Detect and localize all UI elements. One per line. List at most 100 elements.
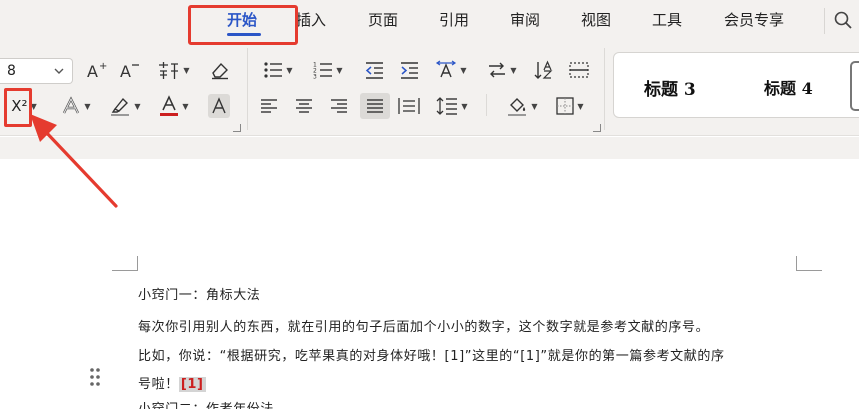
highlight-color-button[interactable]: ▼ [107, 94, 143, 118]
home-ribbon-panel: 8 A + A ▼ X² ▼ ▼ ▼ ▼ ▼ 1 2 3 ▼ ▼ ▼ ▼ ▼ ▼… [0, 42, 859, 136]
chevron-down-icon: ▼ [84, 101, 91, 111]
swap-arrows-icon [489, 62, 506, 78]
ribbon-toolbar: 8 A + A ▼ X² ▼ ▼ ▼ ▼ ▼ 1 2 3 ▼ ▼ ▼ ▼ ▼ ▼… [0, 42, 859, 136]
svg-text:A: A [87, 62, 98, 80]
sort-icon [534, 60, 553, 79]
text-direction-icon [436, 60, 457, 78]
tab-member[interactable]: 会员专享 [724, 8, 784, 32]
justify-icon [367, 99, 383, 113]
distributed-align-button[interactable] [397, 94, 421, 118]
chevron-down-icon: ▼ [531, 101, 538, 111]
style-heading-4[interactable]: 标题 4 [764, 75, 813, 99]
font-color-icon [160, 95, 179, 116]
chevron-down-icon: ▼ [134, 101, 141, 111]
show-marks-button[interactable] [567, 58, 591, 82]
doc-line-text: 号啦！ [138, 377, 179, 392]
document-page[interactable] [0, 159, 859, 409]
text-effect-button[interactable]: ▼ [59, 94, 93, 118]
drag-handle-icon[interactable] [89, 367, 101, 387]
align-center-icon [296, 99, 312, 113]
styles-gallery-next-item[interactable] [850, 61, 859, 111]
align-left-icon [261, 99, 277, 113]
chevron-down-icon: ▼ [336, 65, 343, 75]
doc-paragraph-line[interactable]: 比如，你说：“根据研究，吃苹果真的对身体好哦！[1]”这里的“[1]”就是你的第… [138, 345, 725, 364]
chevron-down-icon: ▼ [510, 65, 517, 75]
numbered-list-icon: 1 2 3 [313, 62, 333, 80]
chevron-down-icon: ▼ [182, 101, 189, 111]
align-right-button[interactable] [328, 94, 350, 118]
tab-page[interactable]: 页面 [368, 8, 398, 32]
phonetic-guide-button[interactable]: ▼ [155, 58, 191, 82]
ribbon-tab-bar: 开始 插入 页面 引用 审阅 视图 工具 会员专享 [0, 0, 859, 42]
svg-text:+: + [99, 61, 107, 72]
doc-paragraph-line[interactable]: 号啦！ [1] [138, 373, 206, 392]
clear-format-button[interactable] [208, 58, 232, 82]
character-shading-icon [212, 97, 226, 114]
line-break-button[interactable]: ▼ [484, 58, 520, 82]
doc-paragraph-line[interactable]: 每次你引用别人的东西，就在引用的句子后面加个小小的数字，这个数字就是参考文献的序… [138, 316, 709, 335]
font-size-value: 8 [7, 63, 16, 79]
tab-highlight-annotation [188, 5, 298, 45]
chevron-down-icon: ▼ [286, 65, 293, 75]
ribbon-divider [247, 48, 248, 130]
character-shading-button[interactable] [208, 94, 230, 118]
align-left-button[interactable] [258, 94, 280, 118]
decrease-indent-icon [365, 62, 383, 79]
citation-marker[interactable]: [1] [178, 377, 206, 392]
align-right-icon [331, 99, 347, 113]
tab-review[interactable]: 审阅 [510, 8, 540, 32]
text-effect-icon [63, 96, 80, 114]
distributed-align-icon [398, 98, 420, 114]
sort-button[interactable] [533, 58, 557, 82]
phonetic-guide-icon [159, 62, 179, 79]
ribbon-divider [486, 94, 487, 116]
numbered-list-button[interactable]: 1 2 3 ▼ [310, 58, 346, 82]
grow-font-icon: A + [87, 61, 107, 80]
text-direction-button[interactable]: ▼ [433, 58, 469, 82]
doc-heading-tip-two[interactable]: 小窍门二：作者年份法 [138, 398, 274, 409]
tab-insert[interactable]: 插入 [296, 8, 326, 32]
tab-tools[interactable]: 工具 [652, 8, 682, 32]
shading-button[interactable]: ▼ [504, 94, 540, 118]
search-button[interactable] [824, 8, 852, 34]
justify-button[interactable] [360, 93, 390, 119]
shrink-font-icon: A [120, 62, 139, 80]
svg-text:3: 3 [313, 74, 317, 80]
line-spacing-icon [436, 97, 458, 115]
chevron-down-icon: ▼ [460, 65, 467, 75]
shrink-font-button[interactable]: A [119, 58, 141, 82]
decrease-indent-button[interactable] [362, 58, 386, 82]
style-heading-3[interactable]: 标题 3 [644, 75, 696, 100]
align-center-button[interactable] [293, 94, 315, 118]
chevron-down-icon: ▼ [577, 101, 584, 111]
borders-icon [556, 97, 575, 115]
line-spacing-button[interactable]: ▼ [434, 94, 470, 118]
paint-bucket-icon [508, 98, 527, 116]
layout-marks-icon [569, 62, 589, 78]
font-dialog-launcher[interactable] [233, 124, 241, 132]
doc-heading-tip-one[interactable]: 小窍门一：角标大法 [138, 284, 260, 303]
superscript-highlight-annotation [4, 88, 32, 127]
bullet-list-button[interactable]: ▼ [260, 58, 296, 82]
chevron-down-icon [54, 68, 64, 74]
font-size-select[interactable]: 8 [0, 58, 73, 84]
paragraph-dialog-launcher[interactable] [593, 124, 601, 132]
eraser-icon [212, 62, 228, 80]
chevron-down-icon: ▼ [183, 65, 190, 75]
highlighter-icon [111, 97, 130, 116]
increase-indent-icon [401, 62, 418, 79]
document-canvas-margin [0, 137, 859, 159]
font-color-button[interactable]: ▼ [157, 94, 191, 118]
styles-gallery: 标题 3 标题 4 [613, 52, 859, 118]
grow-font-button[interactable]: A + [86, 58, 108, 82]
borders-button[interactable]: ▼ [552, 94, 588, 118]
tab-view[interactable]: 视图 [581, 8, 611, 32]
increase-indent-button[interactable] [397, 58, 421, 82]
chevron-down-icon: ▼ [461, 101, 468, 111]
page-margin-corner-right [796, 256, 822, 271]
tab-references[interactable]: 引用 [439, 8, 469, 32]
page-margin-corner-left [112, 256, 138, 271]
svg-text:A: A [120, 62, 131, 80]
bullet-list-icon [264, 62, 283, 78]
ribbon-divider [604, 48, 605, 130]
